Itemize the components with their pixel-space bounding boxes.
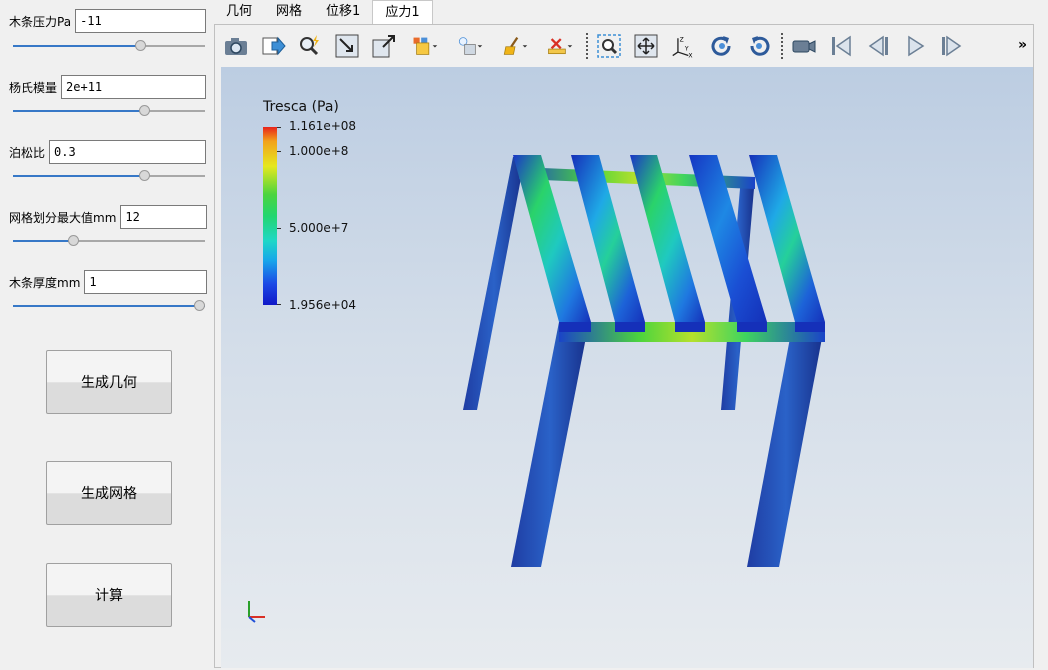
- mesh-input[interactable]: [120, 205, 208, 229]
- render-view[interactable]: Tresca (Pa) 1.161e+08 1.000e+8 5.000e+7 …: [221, 67, 1033, 668]
- measure-icon[interactable]: [541, 31, 579, 61]
- toolbar-overflow-icon[interactable]: »: [1018, 37, 1027, 53]
- mesh-slider[interactable]: [13, 235, 205, 247]
- thickness-slider[interactable]: [13, 300, 205, 312]
- svg-text:Y: Y: [684, 45, 689, 52]
- poisson-label: 泊松比: [9, 145, 46, 160]
- pan-icon[interactable]: [631, 31, 661, 61]
- orientation-axes-icon: [248, 601, 265, 623]
- youngs-slider[interactable]: [13, 105, 205, 117]
- youngs-row: 杨氏模量: [9, 75, 207, 99]
- pressure-label: 木条压力Pa: [9, 14, 72, 29]
- svg-text:X: X: [688, 52, 692, 59]
- tab-mesh[interactable]: 网格: [264, 0, 314, 24]
- zoom-selection-icon[interactable]: [594, 31, 624, 61]
- poisson-row: 泊松比: [9, 140, 207, 164]
- first-frame-icon[interactable]: [826, 31, 856, 61]
- svg-text:Z: Z: [680, 37, 684, 44]
- thickness-label: 木条厚度mm: [9, 275, 81, 290]
- previous-frame-icon[interactable]: [863, 31, 893, 61]
- toolbar-separator: [586, 33, 588, 59]
- display-mode-icon[interactable]: [406, 31, 444, 61]
- view-pane: ZYX » Tresca (Pa) 1.161e+08 1.000e+8 5.0…: [214, 24, 1034, 668]
- generate-mesh-button[interactable]: 生成网格: [46, 461, 172, 525]
- thickness-input[interactable]: [84, 270, 208, 294]
- tab-geometry[interactable]: 几何: [214, 0, 264, 24]
- compute-button[interactable]: 计算: [46, 563, 172, 627]
- youngs-label: 杨氏模量: [9, 80, 58, 95]
- zoom-box-icon[interactable]: [332, 31, 362, 61]
- thickness-row: 木条厚度mm: [9, 270, 208, 294]
- view-toolbar: ZYX »: [215, 25, 1033, 67]
- mesh-label: 网格划分最大值mm: [9, 210, 117, 225]
- axis-orientation-icon[interactable]: ZYX: [668, 31, 700, 61]
- clear-broom-icon[interactable]: [496, 31, 534, 61]
- stool-stress-model: [463, 155, 825, 567]
- lighting-icon[interactable]: [451, 31, 489, 61]
- pressure-row: 木条压力Pa: [9, 9, 207, 33]
- video-camera-icon[interactable]: [789, 31, 819, 61]
- mesh-row: 网格划分最大值mm: [9, 205, 208, 229]
- zoom-interactive-icon[interactable]: [295, 31, 325, 61]
- camera-icon[interactable]: [221, 31, 251, 61]
- export-icon[interactable]: [258, 31, 288, 61]
- poisson-slider[interactable]: [13, 170, 205, 182]
- pressure-slider[interactable]: [13, 40, 205, 52]
- tab-bar: 几何 网格 位移1 应力1: [214, 0, 433, 24]
- pressure-input[interactable]: [75, 9, 207, 33]
- next-frame-icon[interactable]: [937, 31, 967, 61]
- rotate-clockwise-icon[interactable]: [707, 31, 737, 61]
- youngs-input[interactable]: [61, 75, 207, 99]
- toolbar-separator-2: [781, 33, 783, 59]
- poisson-input[interactable]: [49, 140, 207, 164]
- tab-stress[interactable]: 应力1: [372, 0, 433, 24]
- play-icon[interactable]: [900, 31, 930, 61]
- generate-geometry-button[interactable]: 生成几何: [46, 350, 172, 414]
- fit-view-icon[interactable]: [369, 31, 399, 61]
- tab-displacement[interactable]: 位移1: [314, 0, 372, 24]
- rotate-counterclockwise-icon[interactable]: [744, 31, 774, 61]
- parameter-panel: 木条压力Pa 杨氏模量 泊松比 网格划分最大值mm 木条厚度mm 生成几何 生成…: [0, 0, 213, 670]
